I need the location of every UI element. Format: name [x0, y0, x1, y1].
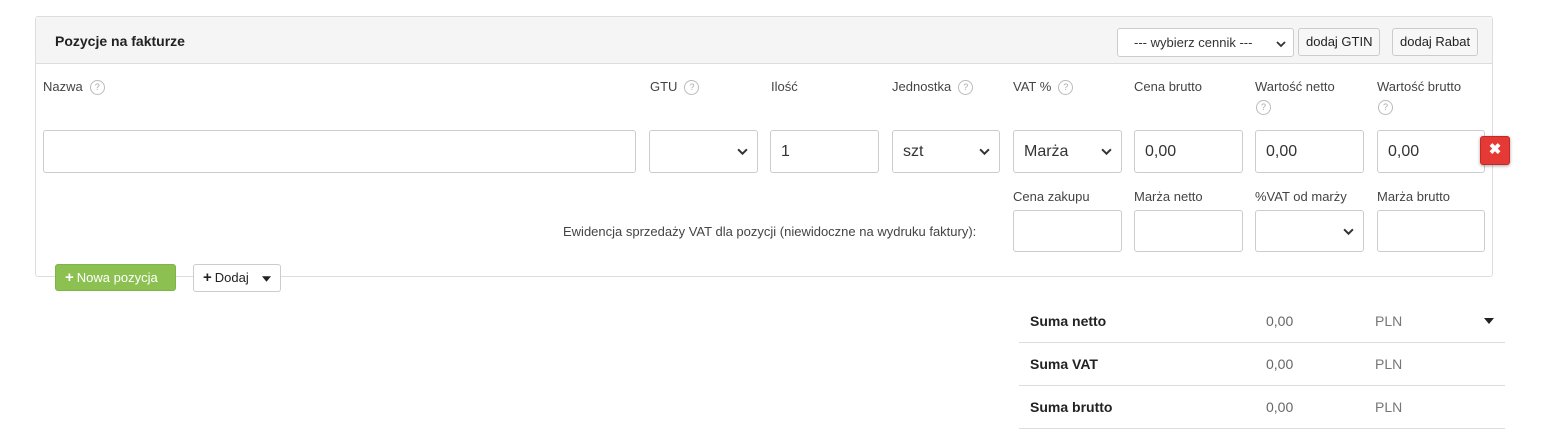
chevron-down-icon — [979, 148, 990, 156]
pricelist-select[interactable]: --- wybierz cennik --- — [1117, 28, 1294, 57]
new-item-button[interactable]: + Nowa pozycja — [55, 264, 176, 291]
col-header-gtu-label: GTU — [650, 79, 678, 94]
summary-value: 0,00 — [1266, 399, 1294, 415]
caret-down-icon[interactable] — [1484, 318, 1494, 324]
vat-od-marzy-label: %VAT od marży — [1255, 189, 1347, 204]
col-header-vat-label: VAT % — [1013, 79, 1052, 94]
summary-label: Suma VAT — [1030, 356, 1098, 372]
summary-row-vat: Suma VAT 0,00 PLN — [1019, 343, 1505, 386]
caret-down-icon — [262, 276, 271, 282]
summary-label: Suma netto — [1030, 313, 1107, 329]
chevron-down-icon — [1101, 148, 1112, 156]
invoice-items-panel: Pozycje na fakturze --- wybierz cennik -… — [35, 16, 1493, 277]
cena-zakupu-input[interactable] — [1013, 210, 1122, 252]
panel-header: Pozycje na fakturze --- wybierz cennik -… — [36, 17, 1492, 64]
vat-select[interactable]: Marża — [1013, 130, 1122, 173]
jednostka-select[interactable]: szt — [892, 130, 1000, 173]
gtu-select[interactable] — [649, 130, 758, 173]
help-icon[interactable]: ? — [89, 80, 105, 96]
vat-select-value: Marża — [1024, 143, 1069, 160]
chevron-down-icon — [737, 148, 748, 156]
add-rabat-button[interactable]: dodaj Rabat — [1392, 28, 1479, 56]
col-header-gtu: GTU? — [650, 79, 700, 96]
vat-ewidencja-note: Ewidencja sprzedaży VAT dla pozycji (nie… — [563, 224, 977, 239]
close-icon: ✖ — [1488, 141, 1502, 158]
help-icon[interactable]: ? — [1256, 100, 1271, 115]
add-dropdown-label: Dodaj — [214, 270, 249, 285]
remove-row-button[interactable]: ✖ — [1480, 136, 1510, 165]
marza-netto-input[interactable] — [1134, 210, 1243, 252]
summary-value: 0,00 — [1266, 356, 1294, 372]
col-header-jednostka: Jednostka? — [892, 79, 974, 96]
panel-title: Pozycje na fakturze — [55, 33, 185, 49]
marza-brutto-input[interactable] — [1377, 210, 1485, 252]
col-header-jednostka-label: Jednostka — [892, 79, 952, 94]
help-icon[interactable]: ? — [1378, 100, 1393, 115]
add-dropdown-button[interactable]: + Dodaj — [193, 264, 281, 292]
nazwa-input[interactable] — [43, 130, 636, 173]
new-item-button-label: Nowa pozycja — [76, 270, 158, 285]
ilosc-input[interactable]: 1 — [770, 130, 879, 173]
col-header-vat: VAT %? — [1013, 79, 1074, 96]
chevron-down-icon — [1276, 41, 1286, 48]
marza-netto-label: Marża netto — [1134, 189, 1203, 204]
jednostka-select-value: szt — [903, 143, 924, 160]
plus-icon: + — [203, 269, 212, 286]
plus-icon: + — [65, 269, 74, 286]
help-icon[interactable]: ? — [684, 80, 700, 96]
cena-brutto-input[interactable]: 0,00 — [1134, 130, 1243, 173]
marza-brutto-label: Marża brutto — [1377, 189, 1450, 204]
col-header-cena-brutto: Cena brutto — [1134, 79, 1202, 94]
summary-label: Suma brutto — [1030, 399, 1113, 415]
summary-row-brutto: Suma brutto 0,00 PLN — [1019, 386, 1505, 429]
summary-currency: PLN — [1375, 313, 1403, 329]
col-header-nazwa: Nazwa? — [43, 79, 105, 96]
col-header-nazwa-label: Nazwa — [43, 79, 83, 94]
summary-value: 0,00 — [1266, 313, 1294, 329]
summary-row-netto: Suma netto 0,00 PLN — [1019, 300, 1505, 343]
chevron-down-icon — [1343, 228, 1354, 236]
summary-currency: PLN — [1375, 399, 1403, 415]
col-header-wartosc-netto: Wartość netto — [1255, 79, 1335, 94]
wartosc-brutto-input[interactable]: 0,00 — [1377, 130, 1485, 173]
cena-zakupu-label: Cena zakupu — [1013, 189, 1090, 204]
vat-od-marzy-select[interactable] — [1255, 210, 1364, 252]
add-gtin-button[interactable]: dodaj GTIN — [1298, 28, 1381, 56]
summary-currency: PLN — [1375, 356, 1403, 372]
help-icon[interactable]: ? — [958, 80, 974, 96]
wartosc-netto-input[interactable]: 0,00 — [1255, 130, 1364, 173]
help-icon[interactable]: ? — [1058, 80, 1074, 96]
col-header-wartosc-brutto: Wartość brutto — [1377, 79, 1462, 94]
pricelist-select-value: --- wybierz cennik --- — [1134, 35, 1253, 50]
col-header-ilosc: Ilość — [771, 79, 798, 94]
